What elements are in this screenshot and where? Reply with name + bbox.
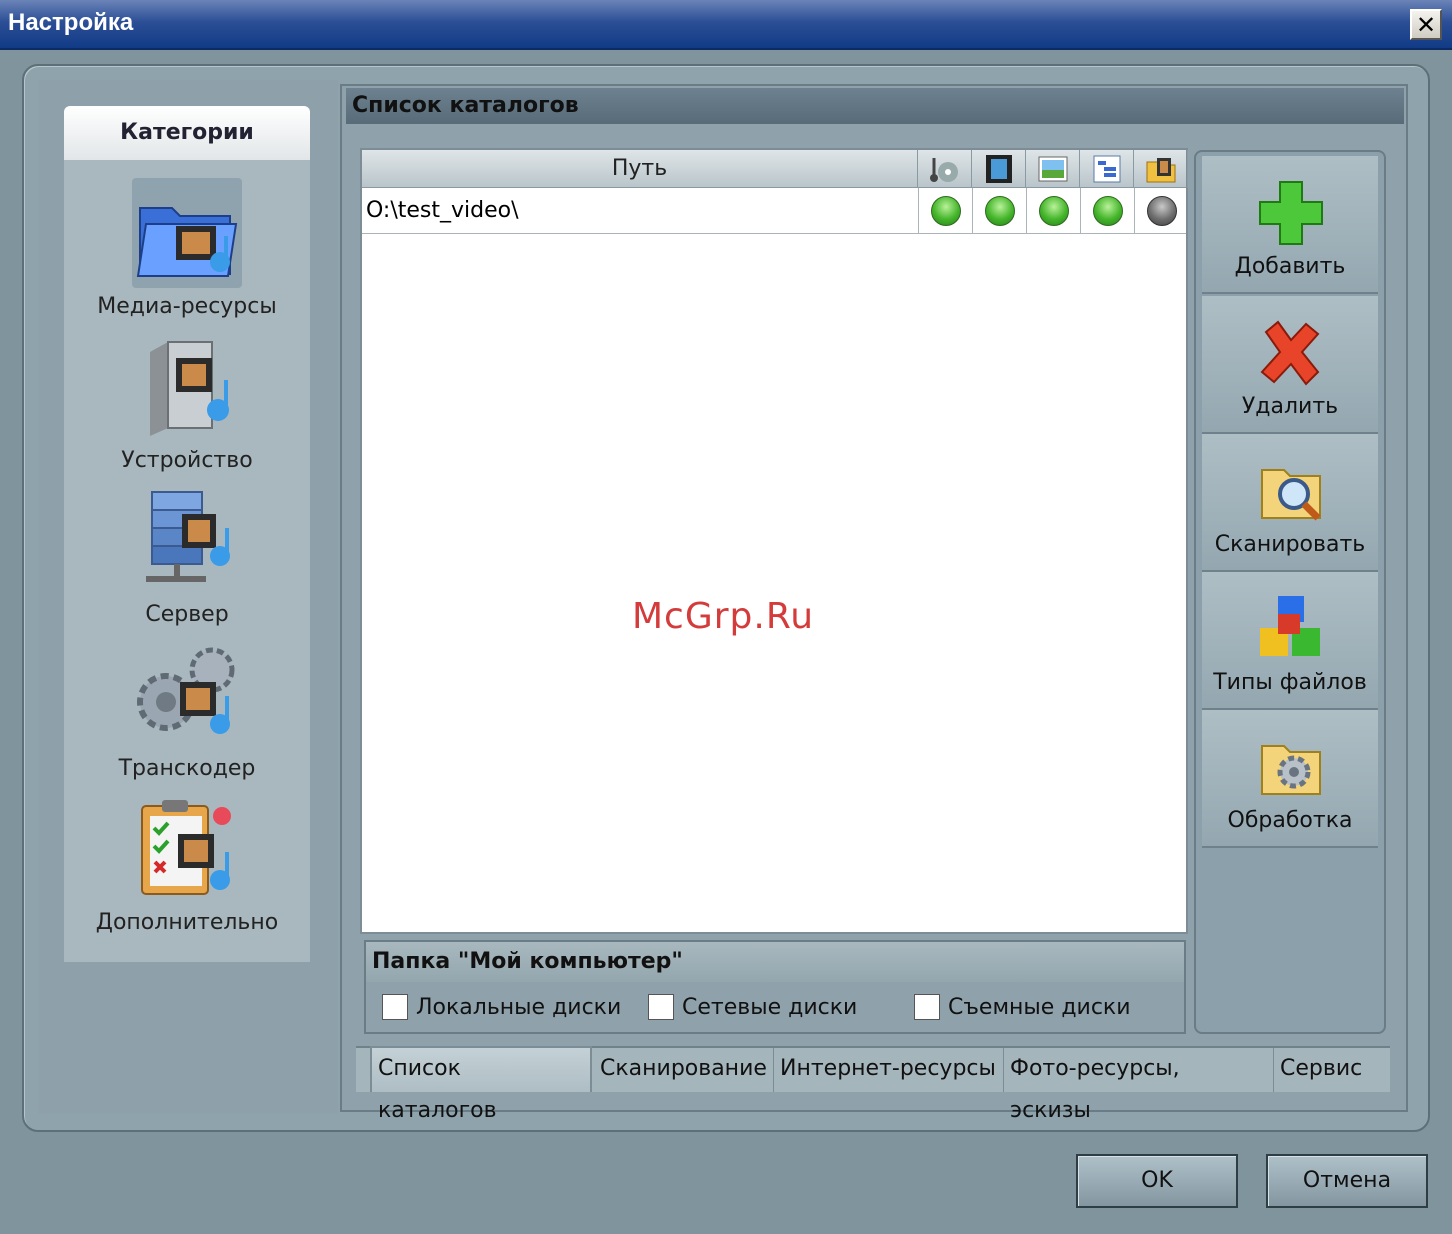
tab-photo-resources[interactable]: Фото-ресурсы, эскизы <box>1004 1048 1274 1123</box>
status-video[interactable] <box>972 188 1026 234</box>
my-computer-group: Папка "Мой компьютер" Локальные диски Се… <box>364 940 1186 1034</box>
status-playlist[interactable] <box>1080 188 1134 234</box>
add-button-label: Добавить <box>1234 254 1346 279</box>
processing-folder-icon <box>1256 732 1326 802</box>
tab-internet-resources[interactable]: Интернет-ресурсы <box>774 1048 1004 1092</box>
category-label: Медиа-ресурсы <box>97 294 277 319</box>
category-label: Сервер <box>145 602 229 627</box>
media-folder-icon <box>132 178 242 288</box>
status-on-indicator <box>984 196 1015 226</box>
file-types-cubes-icon <box>1256 594 1326 664</box>
tab-bar: Список каталогов Сканирование Интернет-р… <box>356 1046 1390 1123</box>
network-disks-checkbox[interactable]: Сетевые диски <box>648 994 857 1020</box>
tab-service[interactable]: Сервис <box>1274 1048 1384 1092</box>
scan-folder-icon <box>1256 456 1326 526</box>
checkbox-label: Съемные диски <box>948 994 1131 1020</box>
category-device[interactable]: Устройство <box>64 332 310 473</box>
close-icon: ✕ <box>1415 10 1437 39</box>
checkbox-box[interactable] <box>648 994 674 1020</box>
category-server[interactable]: Сервер <box>64 486 310 627</box>
close-button[interactable]: ✕ <box>1410 9 1442 40</box>
category-advanced[interactable]: Дополнительно <box>64 794 310 935</box>
my-computer-title: Папка "Мой компьютер" <box>366 942 1184 982</box>
file-types-button[interactable]: Типы файлов <box>1202 572 1378 710</box>
checklist-icon <box>132 794 242 904</box>
scan-button-label: Сканировать <box>1214 532 1366 557</box>
transcoder-gears-icon <box>132 640 242 750</box>
watermark: McGrp.Ru <box>632 596 815 637</box>
status-folder-media[interactable] <box>1134 188 1188 234</box>
removable-disks-checkbox[interactable]: Съемные диски <box>914 994 1131 1020</box>
delete-button-label: Удалить <box>1241 394 1339 419</box>
row-path: O:\test_video\ <box>366 198 519 223</box>
ok-button[interactable]: OK <box>1076 1154 1238 1208</box>
categories-list: Медиа-ресурсы Устройство Сервер Транскод… <box>64 160 310 962</box>
main-panel-title: Список каталогов <box>346 88 1404 124</box>
category-label: Дополнительно <box>95 910 279 935</box>
status-on-indicator <box>1038 196 1069 226</box>
status-audio[interactable] <box>918 188 972 234</box>
category-transcoder[interactable]: Транскодер <box>64 640 310 781</box>
title-bar: Настройка ✕ <box>0 0 1452 50</box>
image-icon[interactable] <box>1026 150 1080 188</box>
playlist-icon[interactable] <box>1080 150 1134 188</box>
categories-header: Категории <box>64 106 310 160</box>
category-label: Транскодер <box>118 756 256 781</box>
table-header: Путь <box>362 150 1188 188</box>
server-icon <box>132 486 242 596</box>
category-label: Устройство <box>121 448 253 473</box>
processing-button-label: Обработка <box>1227 808 1353 833</box>
add-button[interactable]: Добавить <box>1202 156 1378 294</box>
cancel-button[interactable]: Отмена <box>1266 1154 1428 1208</box>
window-title: Настройка <box>8 9 134 36</box>
table-row[interactable]: O:\test_video\ <box>362 188 1186 234</box>
scan-button[interactable]: Сканировать <box>1202 434 1378 572</box>
processing-button[interactable]: Обработка <box>1202 710 1378 848</box>
column-header-path[interactable]: Путь <box>362 150 918 188</box>
device-icon <box>132 332 242 442</box>
add-plus-icon <box>1256 178 1326 248</box>
tab-scanning[interactable]: Сканирование <box>594 1048 774 1092</box>
checkbox-label: Сетевые диски <box>682 994 858 1020</box>
status-off-indicator <box>1146 196 1177 226</box>
tab-directory-list[interactable]: Список каталогов <box>370 1046 592 1123</box>
audio-icon[interactable] <box>918 150 972 188</box>
status-on-indicator <box>1092 196 1123 226</box>
delete-button[interactable]: Удалить <box>1202 296 1378 434</box>
file-types-button-label: Типы файлов <box>1213 670 1367 695</box>
local-disks-checkbox[interactable]: Локальные диски <box>382 994 621 1020</box>
folder-media-icon[interactable] <box>1134 150 1188 188</box>
status-on-indicator <box>930 196 961 226</box>
checkbox-label: Локальные диски <box>416 994 622 1020</box>
checkbox-box[interactable] <box>382 994 408 1020</box>
delete-x-icon <box>1256 318 1326 388</box>
video-icon[interactable] <box>972 150 1026 188</box>
directory-table[interactable]: Путь O:\test_video\ <box>360 148 1188 934</box>
category-media-resources[interactable]: Медиа-ресурсы <box>64 178 310 319</box>
checkbox-box[interactable] <box>914 994 940 1020</box>
status-image[interactable] <box>1026 188 1080 234</box>
